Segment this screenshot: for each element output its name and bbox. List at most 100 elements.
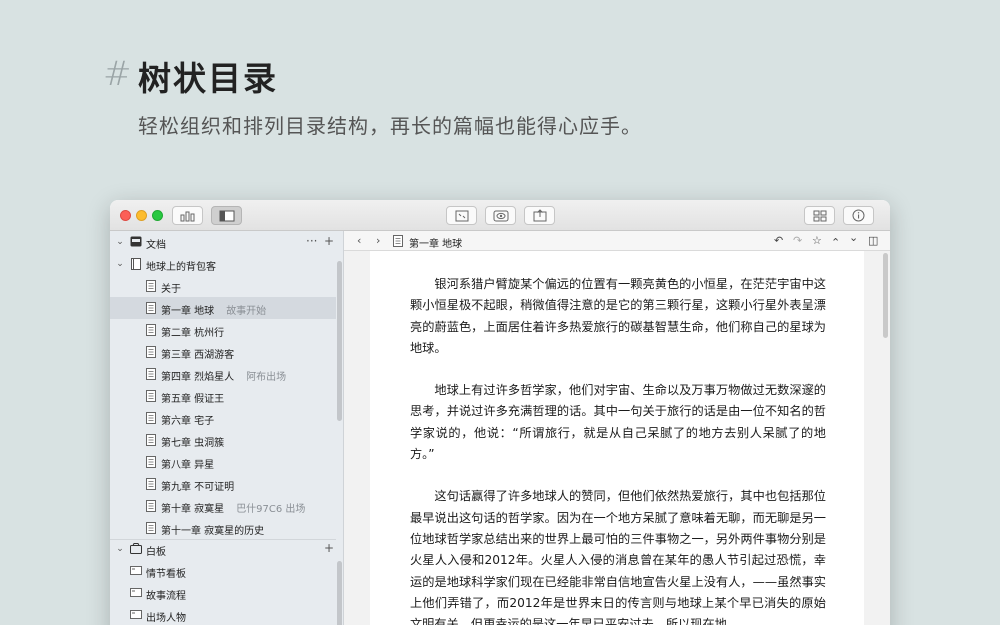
chapter-label: 第五章 假证王 <box>161 394 225 405</box>
feature-title: 树状目录 <box>138 59 278 98</box>
document-icon <box>146 280 156 292</box>
chapter-item[interactable]: 第四章 烈焰星人 阿布出场 <box>110 363 336 385</box>
inbox-icon <box>130 236 142 247</box>
chapter-label: 第八章 异星 <box>161 460 215 471</box>
chapter-item[interactable]: 第二章 杭州行 <box>110 319 336 341</box>
document-icon <box>146 368 156 380</box>
forward-button[interactable]: › <box>376 234 380 247</box>
documents-section-label: 文档 <box>146 240 166 251</box>
add-document-button[interactable]: + <box>324 234 334 248</box>
statistics-button[interactable] <box>172 206 203 225</box>
chapter-item[interactable]: 第十章 寂寞星 巴什97C6 出场 <box>110 495 336 517</box>
board-icon <box>130 610 142 619</box>
chevron-up-icon[interactable]: ⌃ <box>831 236 840 249</box>
chevron-down-icon[interactable]: ⌄ <box>115 544 125 554</box>
board-icon <box>130 566 142 575</box>
document-body[interactable]: 银河系猎户臂旋某个偏远的位置有一颗亮黄色的小恒星，在茫茫宇宙中这颗小恒星极不起眼… <box>410 274 826 625</box>
chapter-label: 第三章 西湖游客 <box>161 350 235 361</box>
add-whiteboard-button[interactable]: + <box>324 541 334 555</box>
notebook-icon <box>131 258 141 270</box>
heading-hash-mark: # <box>103 54 132 94</box>
document-icon <box>146 412 156 424</box>
grid-view-button[interactable] <box>804 206 835 225</box>
sidebar-icon <box>219 210 234 221</box>
board-item[interactable]: 故事流程 <box>110 582 336 604</box>
document-icon <box>146 324 156 336</box>
title-bar <box>110 200 890 231</box>
chapter-item[interactable]: 第三章 西湖游客 <box>110 341 336 363</box>
notebook-label: 地球上的背包客 <box>146 262 216 273</box>
zoom-window-button[interactable] <box>152 210 163 221</box>
notebook-item[interactable]: ⌄ 地球上的背包客 <box>110 253 336 275</box>
editor-navigation-bar: ‹ › 第一章 地球 ↶ ↷ ☆ ⌃ ⌄ ◫ <box>344 231 890 251</box>
chapter-label: 第九章 不可证明 <box>161 482 235 493</box>
document-icon <box>146 346 156 358</box>
chapter-item[interactable]: 第十一章 寂寞星的历史 <box>110 517 336 539</box>
more-icon[interactable]: ··· <box>306 234 317 248</box>
whiteboard-section-header[interactable]: ⌄ 白板 + <box>110 538 336 560</box>
minimize-window-button[interactable] <box>136 210 147 221</box>
chapter-item[interactable]: 第七章 虫洞簇 <box>110 429 336 451</box>
document-icon <box>393 235 403 250</box>
board-label: 故事流程 <box>146 591 186 602</box>
paragraph[interactable]: 地球上有过许多哲学家，他们对宇宙、生命以及万事万物做过无数深邃的思考，并说过许多… <box>410 380 826 465</box>
whiteboard-section-label: 白板 <box>146 547 166 558</box>
document-icon <box>146 478 156 490</box>
chapter-label: 第四章 烈焰星人 阿布出场 <box>161 372 287 383</box>
chapter-label: 关于 <box>161 284 181 295</box>
grid-icon <box>813 210 826 221</box>
board-icon <box>130 588 142 597</box>
sidebar-toggle-button[interactable] <box>211 206 242 225</box>
chevron-down-icon[interactable]: ⌄ <box>115 259 125 269</box>
star-icon[interactable]: ☆ <box>812 234 822 247</box>
share-button[interactable] <box>524 206 555 225</box>
chapter-item[interactable]: 第九章 不可证明 <box>110 473 336 495</box>
board-item[interactable]: 出场人物 <box>110 604 336 625</box>
whiteboard-icon <box>130 543 142 554</box>
sidebar: ⌄ 文档 ··· + ⌄ 地球上的背包客 关于 第一章 地球 故事开始 第二章 杭… <box>110 231 344 625</box>
editor-scrollbar[interactable] <box>883 253 888 338</box>
sidebar-scrollbar-lower[interactable] <box>337 561 342 625</box>
focus-icon <box>455 210 468 221</box>
paragraph[interactable]: 这句话赢得了许多地球人的赞同，但他们依然热爱旅行，其中也包括那位最早说出这句话的… <box>410 486 826 625</box>
paragraph[interactable]: 银河系猎户臂旋某个偏远的位置有一颗亮黄色的小恒星，在茫茫宇宙中这颗小恒星极不起眼… <box>410 274 826 359</box>
chapter-item[interactable]: 关于 <box>110 275 336 297</box>
document-icon <box>146 456 156 468</box>
close-window-button[interactable] <box>120 210 131 221</box>
sidebar-scrollbar[interactable] <box>337 261 342 421</box>
eye-icon <box>493 210 508 221</box>
feature-subtitle: 轻松组织和排列目录结构，再长的篇幅也能得心应手。 <box>138 114 642 138</box>
documents-section-header[interactable]: ⌄ 文档 ··· + <box>110 231 336 253</box>
document-icon <box>146 302 156 314</box>
chapter-label: 第六章 宅子 <box>161 416 215 427</box>
chapter-label: 第七章 虫洞簇 <box>161 438 225 449</box>
chapter-item[interactable]: 第五章 假证王 <box>110 385 336 407</box>
undo-icon[interactable]: ↶ <box>774 234 783 247</box>
chevron-down-icon[interactable]: ⌄ <box>115 237 125 247</box>
editor-pane: ‹ › 第一章 地球 ↶ ↷ ☆ ⌃ ⌄ ◫ 银河系猎户臂旋某个偏远的位置有一颗… <box>344 231 890 625</box>
chapter-item[interactable]: 第六章 宅子 <box>110 407 336 429</box>
document-icon <box>146 500 156 512</box>
focus-mode-button[interactable] <box>446 206 477 225</box>
share-icon <box>533 209 546 222</box>
board-label: 出场人物 <box>146 613 186 624</box>
board-item[interactable]: 情节看板 <box>110 560 336 582</box>
preview-button[interactable] <box>485 206 516 225</box>
chapter-subtitle: 故事开始 <box>226 306 267 317</box>
chapter-subtitle: 阿布出场 <box>246 372 287 383</box>
chapter-item[interactable]: 第八章 异星 <box>110 451 336 473</box>
chapter-label: 第十一章 寂寞星的历史 <box>161 526 265 537</box>
info-icon <box>852 209 865 222</box>
info-button[interactable] <box>843 206 874 225</box>
chapter-subtitle: 巴什97C6 出场 <box>236 504 306 515</box>
chapter-item[interactable]: 第一章 地球 故事开始 <box>110 297 336 319</box>
breadcrumb[interactable]: 第一章 地球 <box>409 235 462 250</box>
split-view-icon[interactable]: ◫ <box>868 234 878 247</box>
chevron-down-icon[interactable]: ⌄ <box>849 231 858 244</box>
document-icon <box>146 434 156 446</box>
redo-icon[interactable]: ↷ <box>793 234 802 247</box>
document-page[interactable]: 银河系猎户臂旋某个偏远的位置有一颗亮黄色的小恒星，在茫茫宇宙中这颗小恒星极不起眼… <box>370 251 877 625</box>
back-button[interactable]: ‹ <box>357 234 361 247</box>
document-icon <box>146 390 156 402</box>
app-window: ⌄ 文档 ··· + ⌄ 地球上的背包客 关于 第一章 地球 故事开始 第二章 杭… <box>110 200 890 625</box>
